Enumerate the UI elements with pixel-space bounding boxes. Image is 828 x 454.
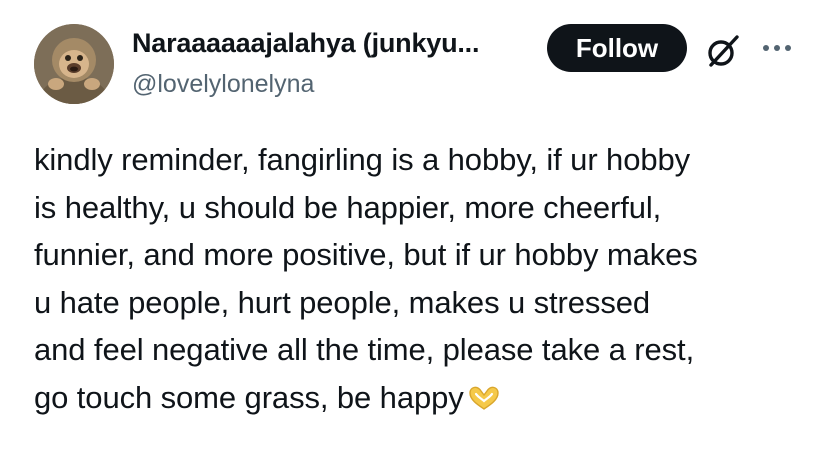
follow-button[interactable]: Follow: [547, 24, 687, 72]
avatar[interactable]: [34, 24, 114, 104]
tweet-text-line: and feel negative all the time, please t…: [34, 332, 695, 367]
heart-hands-icon: [466, 377, 502, 410]
tweet-text-line: go touch some grass, be happy: [34, 379, 464, 415]
author-handle[interactable]: @lovelylonelyna: [132, 70, 314, 99]
grok-icon[interactable]: [703, 31, 743, 71]
author-display-name[interactable]: Naraaaaaajalahya (junkyu...: [132, 28, 479, 59]
tweet-text: kindly reminder, fangirling is a hobby, …: [34, 136, 814, 421]
tweet-text-line: funnier, and more positive, but if ur ho…: [34, 237, 698, 272]
tweet-text-line: kindly reminder, fangirling is a hobby, …: [34, 142, 691, 177]
more-icon[interactable]: [759, 30, 795, 66]
tweet-text-last-line: go touch some grass, be happy: [34, 374, 814, 422]
tweet-text-line: is healthy, u should be happier, more ch…: [34, 189, 662, 225]
tweet-text-line: u hate people, hurt people, makes u stre…: [34, 284, 650, 320]
monkey-avatar-icon: [34, 24, 114, 104]
tweet-card: Naraaaaaajalahya (junkyu... @lovelylonel…: [0, 0, 828, 454]
